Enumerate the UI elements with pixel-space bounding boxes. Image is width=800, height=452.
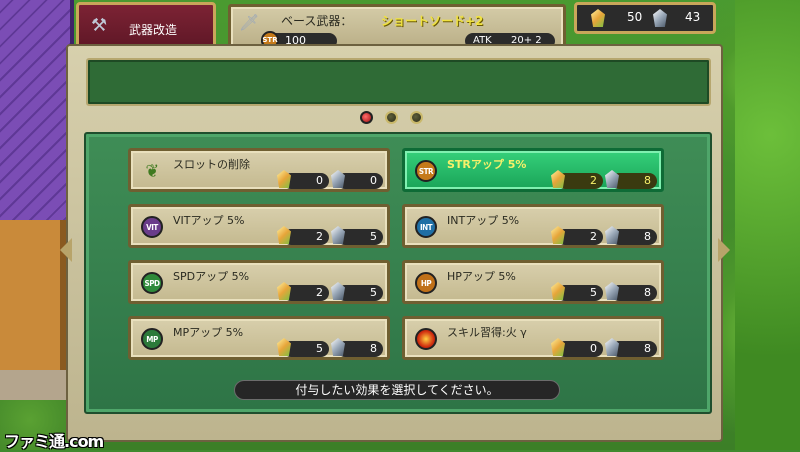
house-wall (0, 220, 66, 380)
slot-label: VITアップ 5% (173, 214, 245, 227)
mp-icon: MP (141, 328, 163, 350)
hammer-icon: ⚒ (91, 15, 108, 36)
silver-cost: 0 (331, 170, 383, 189)
int-icon: INT (415, 216, 437, 238)
gold-gem-icon (551, 338, 565, 356)
slot-label: MPアップ 5% (173, 326, 244, 339)
slot-label: HPアップ 5% (447, 270, 516, 283)
hp-icon: HP (415, 272, 437, 294)
watermark-logo: ファミ通.com (4, 432, 104, 451)
gold-gem-icon (277, 338, 291, 356)
base-weapon-label: ベース武器： (281, 14, 353, 28)
gold-cost: 5 (551, 282, 603, 301)
description-box (86, 58, 711, 106)
effect-slot-str[interactable]: STR STRアップ 5% 2 8 (402, 148, 664, 192)
vit-icon: VIT (141, 216, 163, 238)
gold-gem-icon (277, 282, 291, 300)
effect-slot-mp[interactable]: MP MPアップ 5% 5 8 (128, 316, 390, 360)
page-dot-3[interactable] (410, 111, 423, 124)
silver-gem-icon (605, 282, 619, 300)
gold-gem-count: 50 (627, 10, 643, 24)
silver-gem-icon (653, 9, 667, 27)
slot-label: スロットの削除 (173, 158, 250, 171)
silver-gem-icon (605, 338, 619, 356)
silver-cost: 8 (605, 338, 657, 357)
slot-label: スキル習得:火 γ (447, 326, 527, 339)
str-icon: STR (415, 160, 437, 182)
silver-cost: 8 (331, 338, 383, 357)
page-dot-2[interactable] (385, 111, 398, 124)
silver-cost: 8 (605, 226, 657, 245)
slot-label: INTアップ 5% (447, 214, 520, 227)
gold-cost: 0 (551, 338, 603, 357)
effect-slot-skill-fire[interactable]: スキル習得:火 γ 0 8 (402, 316, 664, 360)
effect-slot-delete[interactable]: ❦ スロットの削除 0 0 (128, 148, 390, 192)
effect-slot-spd[interactable]: SPD SPDアップ 5% 2 5 (128, 260, 390, 304)
effect-slot-int[interactable]: INT INTアップ 5% 2 8 (402, 204, 664, 248)
slot-label: STRアップ 5% (447, 158, 527, 171)
tab-label: 武器改造 (129, 23, 178, 37)
gold-cost: 2 (551, 170, 603, 189)
slot-label: SPDアップ 5% (173, 270, 250, 283)
effect-slot-hp[interactable]: HP HPアップ 5% 5 8 (402, 260, 664, 304)
instruction-text: 付与したい効果を選択してください。 (234, 380, 560, 400)
leaf-icon: ❦ (145, 160, 159, 182)
gold-gem-icon (551, 226, 565, 244)
gold-cost: 2 (277, 226, 329, 245)
gold-gem-icon (277, 226, 291, 244)
page-next-arrow[interactable] (718, 238, 730, 262)
silver-cost: 8 (605, 282, 657, 301)
gold-gem-icon (591, 9, 605, 27)
gold-gem-icon (551, 170, 565, 188)
gold-cost: 2 (551, 226, 603, 245)
fire-icon (415, 328, 437, 350)
silver-cost: 5 (331, 226, 383, 245)
gold-cost: 5 (277, 338, 329, 357)
tree (735, 0, 800, 450)
spd-icon: SPD (141, 272, 163, 294)
resource-counter: 50 43 (574, 2, 716, 34)
gold-cost: 0 (277, 170, 329, 189)
silver-gem-icon (331, 226, 345, 244)
base-weapon-name: ショートソード+2 (381, 14, 484, 28)
gold-cost: 2 (277, 282, 329, 301)
silver-cost: 8 (605, 170, 657, 189)
house-roof (0, 0, 74, 220)
silver-gem-icon (331, 170, 345, 188)
page-prev-arrow[interactable] (60, 238, 72, 262)
page-dot-1[interactable] (360, 111, 373, 124)
page-indicator (360, 111, 423, 124)
silver-gem-icon (605, 226, 619, 244)
silver-gem-icon (331, 282, 345, 300)
silver-gem-icon (331, 338, 345, 356)
gold-gem-icon (277, 170, 291, 188)
silver-cost: 5 (331, 282, 383, 301)
sword-icon: 🗡 (239, 13, 260, 32)
gold-gem-icon (551, 282, 565, 300)
silver-gem-icon (605, 170, 619, 188)
silver-gem-count: 43 (685, 10, 701, 24)
effect-slot-vit[interactable]: VIT VITアップ 5% 2 5 (128, 204, 390, 248)
